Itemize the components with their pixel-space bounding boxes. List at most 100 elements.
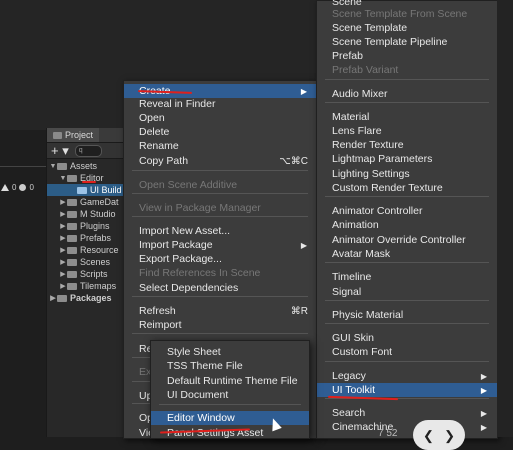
warning-count: 0 — [12, 182, 17, 192]
menu-item-scene-template[interactable]: Scene Template — [317, 21, 497, 35]
menu-item-material[interactable]: Material — [317, 110, 497, 124]
menu-item-label: Delete — [139, 126, 170, 138]
expand-right-icon[interactable]: ▶ — [59, 210, 67, 218]
menu-item-label: Prefab Variant — [332, 64, 399, 76]
menu-item-legacy[interactable]: Legacy ▶ — [317, 369, 497, 383]
menu-separator — [132, 296, 308, 297]
expand-right-icon[interactable]: ▶ — [59, 258, 67, 266]
chevron-right-icon[interactable]: ❯ — [444, 428, 455, 444]
menu-item-open-scene-additive: Open Scene Additive — [124, 178, 316, 192]
tree-item-label: Tilemaps — [80, 281, 117, 291]
menu-item-custom-font[interactable]: Custom Font — [317, 345, 497, 359]
submenu-arrow-icon: ▶ — [480, 422, 487, 432]
menu-item-ui-toolkit[interactable]: UI Toolkit ▶ — [317, 383, 497, 397]
tree-item-label: Packages — [70, 293, 112, 303]
shortcut-label: ⌥⌘C — [279, 155, 308, 167]
menu-item-label: Refresh — [139, 305, 176, 317]
add-asset-button[interactable]: + ▾ — [51, 144, 69, 157]
tree-item-label: Resource — [80, 245, 119, 255]
menu-separator — [132, 193, 308, 194]
menu-separator — [325, 196, 489, 197]
menu-item-rename[interactable]: Rename — [124, 139, 316, 153]
menu-item-avatar-mask[interactable]: Avatar Mask — [317, 247, 497, 261]
menu-item-label: Legacy — [332, 370, 366, 382]
menu-item-label: Render Texture — [332, 139, 404, 151]
menu-separator — [325, 323, 489, 324]
menu-item-default-runtime-theme-file[interactable]: Default Runtime Theme File — [151, 374, 309, 388]
expand-right-icon[interactable]: ▶ — [59, 198, 67, 206]
expand-down-icon[interactable]: ▼ — [59, 175, 67, 182]
menu-item-style-sheet[interactable]: Style Sheet — [151, 345, 309, 359]
menu-item-label: Animator Controller — [332, 205, 423, 217]
menu-separator — [132, 333, 308, 334]
menu-item-animator-controller[interactable]: Animator Controller — [317, 204, 497, 218]
menu-item-animation[interactable]: Animation — [317, 218, 497, 232]
menu-item-label: Lighting Settings — [332, 168, 410, 180]
folder-icon — [67, 246, 77, 254]
menu-item-open[interactable]: Open — [124, 111, 316, 125]
shortcut-label: ⌘R — [290, 305, 308, 317]
expand-right-icon[interactable]: ▶ — [59, 282, 67, 290]
folder-icon — [67, 258, 77, 266]
menu-item-gui-skin[interactable]: GUI Skin — [317, 331, 497, 345]
menu-item-refresh[interactable]: Refresh ⌘R — [124, 304, 316, 318]
tab-project[interactable]: Project — [47, 128, 100, 142]
menu-item-custom-render-texture[interactable]: Custom Render Texture — [317, 181, 497, 195]
tree-item-label: Plugins — [80, 221, 110, 231]
menu-item-copy-path[interactable]: Copy Path ⌥⌘C — [124, 154, 316, 168]
menu-item-audio-mixer[interactable]: Audio Mixer — [317, 87, 497, 101]
menu-item-search[interactable]: Search ▶ — [317, 406, 497, 420]
menu-item-lens-flare[interactable]: Lens Flare — [317, 124, 497, 138]
menu-item-delete[interactable]: Delete — [124, 125, 316, 139]
menu-item-export-package[interactable]: Export Package... — [124, 252, 316, 266]
menu-item-cinemachine[interactable]: Cinemachine ▶ — [317, 420, 497, 434]
menu-item-reveal-in-finder[interactable]: Reveal in Finder — [124, 97, 316, 111]
menu-item-reimport[interactable]: Reimport — [124, 318, 316, 332]
bottom-overlay-number: 7 52 — [378, 428, 398, 439]
expand-right-icon[interactable]: ▶ — [59, 246, 67, 254]
expand-right-icon[interactable]: ▶ — [59, 270, 67, 278]
menu-item-label: Audio Mixer — [332, 88, 388, 100]
tab-project-label: Project — [65, 130, 94, 140]
menu-item-select-dependencies[interactable]: Select Dependencies — [124, 281, 316, 295]
annotation-underline-editor — [82, 181, 96, 183]
menu-item-lighting-settings[interactable]: Lighting Settings — [317, 167, 497, 181]
menu-item-editor-window[interactable]: Editor Window — [151, 411, 309, 425]
expand-right-icon[interactable]: ▶ — [59, 222, 67, 230]
menu-item-signal[interactable]: Signal — [317, 285, 497, 299]
menu-item-tss-theme-file[interactable]: TSS Theme File — [151, 359, 309, 373]
menu-item-lightmap-parameters[interactable]: Lightmap Parameters — [317, 152, 497, 166]
menu-item-render-texture[interactable]: Render Texture — [317, 138, 497, 152]
menu-item-label: Default Runtime Theme File — [167, 375, 298, 387]
expand-right-icon[interactable]: ▶ — [59, 234, 67, 242]
folder-icon — [57, 162, 67, 170]
tree-item-label: Scenes — [80, 257, 111, 267]
folder-icon — [67, 210, 77, 218]
menu-item-label: Material — [332, 111, 370, 123]
video-controls-widget[interactable]: ❮ ❯ — [413, 420, 465, 450]
menu-item-label: Editor Window — [167, 412, 235, 424]
menu-item-prefab[interactable]: Prefab — [317, 49, 497, 63]
menu-separator — [325, 300, 489, 301]
folder-icon — [67, 222, 77, 230]
menu-item-scene-template-pipeline[interactable]: Scene Template Pipeline — [317, 35, 497, 49]
menu-item-label: Custom Font — [332, 346, 393, 358]
console-counts[interactable]: 0 0 — [0, 180, 47, 194]
folder-icon — [67, 234, 77, 242]
menu-item-label: Signal — [332, 286, 362, 298]
menu-item-ui-document[interactable]: UI Document — [151, 388, 309, 402]
menu-item-physic-material[interactable]: Physic Material — [317, 308, 497, 322]
submenu-arrow-icon: ▶ — [480, 385, 487, 395]
menu-item-label: Search — [332, 407, 366, 419]
menu-item-label: GUI Skin — [332, 332, 375, 344]
menu-item-import-package[interactable]: Import Package ▶ — [124, 238, 316, 252]
project-search-input[interactable]: q — [74, 144, 102, 157]
chevron-left-icon[interactable]: ❮ — [423, 428, 434, 444]
expand-right-icon[interactable]: ▶ — [49, 294, 57, 302]
menu-item-animator-override-controller[interactable]: Animator Override Controller — [317, 233, 497, 247]
expand-down-icon[interactable]: ▼ — [49, 163, 57, 170]
menu-item-timeline[interactable]: Timeline — [317, 270, 497, 284]
menu-item-label: Timeline — [332, 271, 372, 283]
menu-item-view-in-package-manager: View in Package Manager — [124, 201, 316, 215]
menu-item-import-new-asset[interactable]: Import New Asset... — [124, 224, 316, 238]
